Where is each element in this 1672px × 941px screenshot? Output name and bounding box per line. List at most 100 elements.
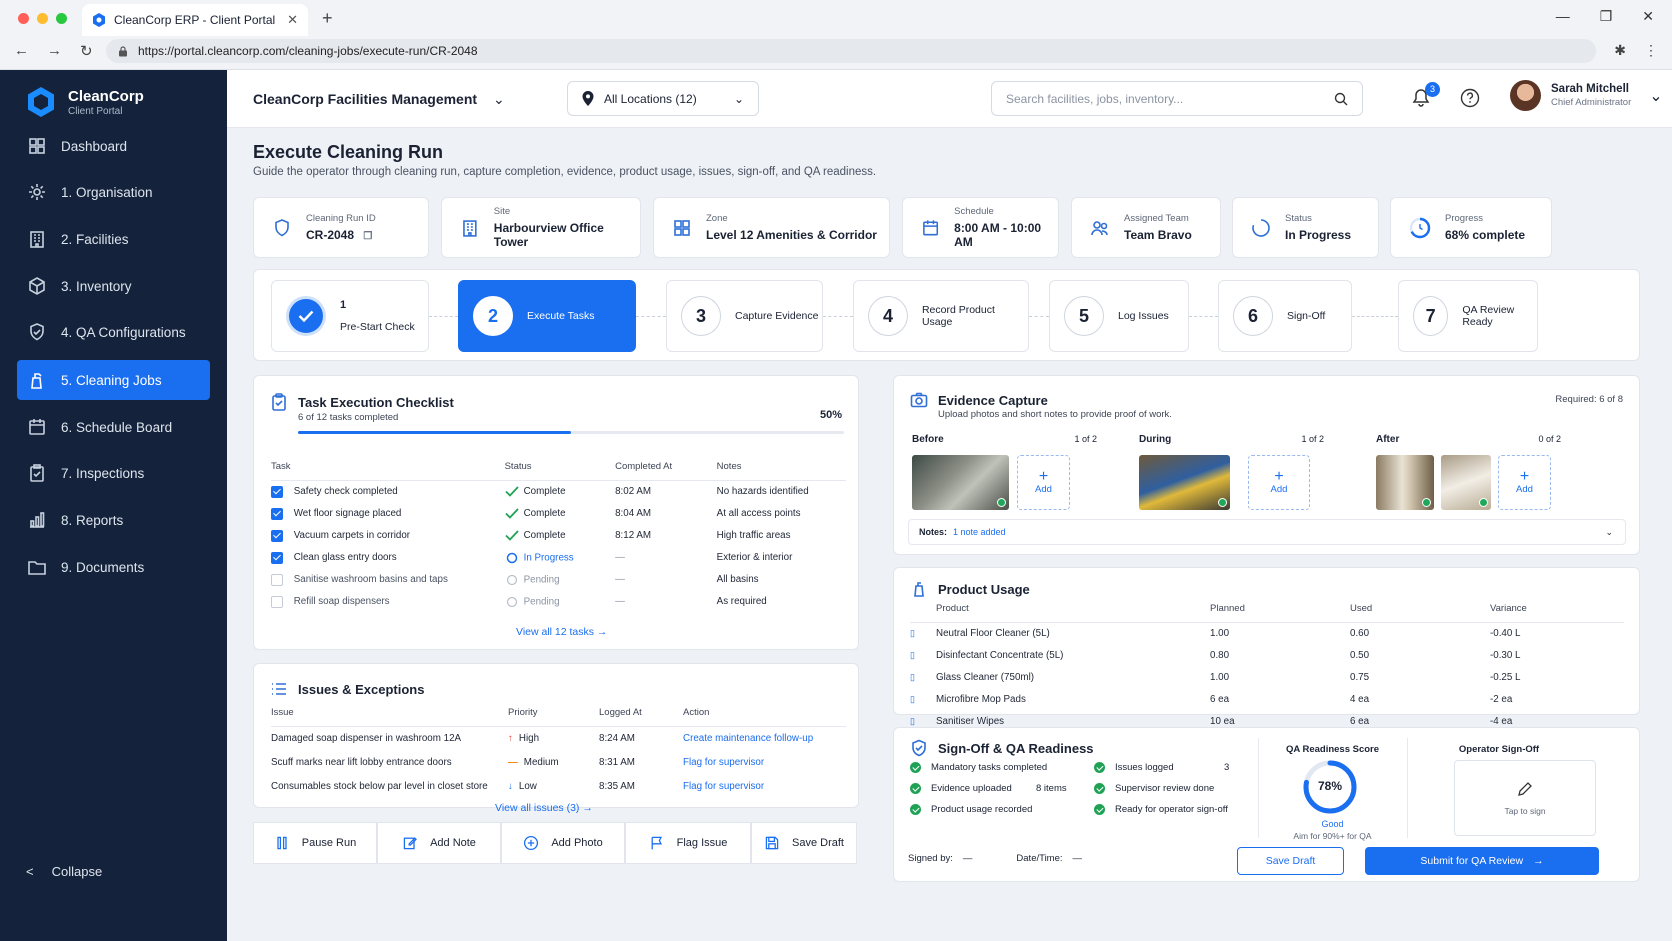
close-icon[interactable]: ✕	[1642, 8, 1654, 25]
before-thumbs: + Add	[912, 455, 1070, 510]
save-draft-button[interactable]: Save Draft	[751, 822, 857, 864]
qa-check-item: Evidence uploaded	[910, 783, 1012, 794]
browser-toolbar-icons: ✱ ⋮	[1614, 42, 1658, 59]
signature-pad[interactable]: Tap to sign	[1454, 760, 1596, 836]
uploaded-check-icon	[997, 498, 1006, 507]
evidence-notes-row[interactable]: Notes: 1 note added ⌄	[908, 519, 1626, 545]
step-record-product-usage[interactable]: 4 Record Product Usage	[853, 280, 1029, 352]
browser-tab[interactable]: CleanCorp ERP - Client Portal ✕	[82, 4, 308, 36]
step-log-issues[interactable]: 5 Log Issues	[1049, 280, 1189, 352]
step-pre-start-check[interactable]: 1 Pre-Start Check	[271, 280, 429, 352]
qa-score-value: 78%	[1317, 779, 1343, 793]
info-card-value: 68% complete	[1445, 228, 1526, 242]
task-checkbox[interactable]	[271, 507, 283, 520]
product-column-header: Variance	[1490, 603, 1624, 623]
table-row: ▯ Glass Cleaner (750ml) 1.00 0.75 -0.25 L	[910, 667, 1624, 689]
sidebar-item-3-inventory[interactable]: 3. Inventory	[17, 266, 210, 306]
after-group-header: After 0 of 2	[1376, 434, 1561, 445]
back-icon[interactable]: ←	[14, 42, 29, 60]
product-variance: -0.25 L	[1490, 672, 1521, 683]
tab-favicon-icon	[93, 13, 105, 27]
forward-icon[interactable]: →	[47, 42, 62, 60]
progress-icon	[1252, 218, 1270, 237]
add-during-photo-button[interactable]: + Add	[1248, 455, 1310, 510]
brand[interactable]: CleanCorp Client Portal	[26, 86, 144, 118]
check-icon	[504, 508, 519, 519]
task-checkbox[interactable]	[271, 485, 283, 498]
task-checkbox[interactable]	[271, 529, 283, 542]
add-after-photo-button[interactable]: + Add	[1498, 455, 1551, 510]
add-before-photo-button[interactable]: + Add	[1017, 455, 1070, 510]
issue-action-link[interactable]: Flag for supervisor	[683, 757, 764, 768]
sidebar-item-2-facilities[interactable]: 2. Facilities	[17, 219, 210, 259]
minimize-window-dot[interactable]	[37, 13, 48, 24]
close-window-dot[interactable]	[18, 13, 29, 24]
chevron-down-icon: ⌄	[733, 91, 744, 106]
add-note-button[interactable]: Add Note	[377, 822, 501, 864]
sidebar-item-7-inspections[interactable]: 7. Inspections	[17, 453, 210, 493]
new-tab-icon[interactable]: +	[322, 8, 333, 29]
during-group-header: During 1 of 2	[1139, 434, 1324, 445]
issue-action-link[interactable]: Create maintenance follow-up	[683, 733, 813, 744]
during-photo[interactable]	[1139, 455, 1230, 510]
before-photo[interactable]	[912, 455, 1009, 510]
restore-icon[interactable]: ❐	[1600, 8, 1613, 25]
copy-icon[interactable]: ❐	[363, 231, 372, 242]
task-checkbox[interactable]	[271, 551, 283, 564]
stepper: 1 Pre-Start Check 2 Execute Tasks 3 Capture E…	[253, 269, 1640, 361]
sidebar-item-4-qa-configurations[interactable]: 4. QA Configurations	[17, 312, 210, 352]
sidebar-item-8-reports[interactable]: 8. Reports	[17, 500, 210, 540]
pen-icon	[1518, 782, 1532, 796]
submit-qa-review-button[interactable]: Submit for QA Review →	[1365, 847, 1599, 875]
pause-run-button[interactable]: Pause Run	[253, 822, 377, 864]
tab-close-icon[interactable]: ✕	[287, 12, 298, 28]
view-all-issues-link[interactable]: View all issues (3) →	[495, 802, 593, 814]
location-select[interactable]: All Locations (12) ⌄	[567, 81, 759, 116]
shield-icon	[275, 218, 289, 236]
task-checkbox[interactable]	[271, 573, 283, 586]
table-row: Clean glass entry doors In Progress — Exter…	[271, 547, 846, 569]
view-all-tasks-link[interactable]: View all 12 tasks →	[516, 626, 607, 638]
step-label: Pre-Start Check	[340, 321, 415, 333]
qa-check-label: Supervisor review done	[1115, 783, 1215, 794]
user-role: Chief Administrator	[1551, 97, 1632, 108]
issues-column-header: Action	[683, 707, 846, 727]
reload-icon[interactable]: ↻	[80, 42, 93, 60]
step-capture-evidence[interactable]: 3 Capture Evidence	[666, 280, 823, 352]
product-name: Disinfectant Concentrate (5L)	[936, 650, 1064, 661]
minimize-icon[interactable]: —	[1556, 8, 1570, 25]
flag-issue-button[interactable]: Flag Issue	[625, 822, 751, 864]
step-qa-review-ready[interactable]: 7 QA Review Ready	[1398, 280, 1538, 352]
uploaded-check-icon	[1479, 498, 1488, 507]
step-sign-off[interactable]: 6 Sign-Off	[1218, 280, 1352, 352]
signoff-title: Sign-Off & QA Readiness	[938, 740, 1094, 756]
add-photo-button[interactable]: Add Photo	[501, 822, 625, 864]
step-execute-tasks[interactable]: 2 Execute Tasks	[458, 280, 636, 352]
address-bar[interactable]: https://portal.cleancorp.com/cleaning-jo…	[106, 39, 1596, 63]
sidebar-item-9-documents[interactable]: 9. Documents	[17, 547, 210, 587]
save-icon	[765, 836, 779, 850]
extensions-icon[interactable]: ✱	[1614, 42, 1626, 59]
sidebar-item-1-organisation[interactable]: 1. Organisation	[17, 172, 210, 212]
notes-value[interactable]: 1 note added	[953, 527, 1006, 537]
info-card-label: Schedule	[954, 206, 994, 217]
sidebar-item-6-schedule-board[interactable]: 6. Schedule Board	[17, 407, 210, 447]
after-photo-1[interactable]	[1376, 455, 1434, 510]
search-input[interactable]: Search facilities, jobs, inventory...	[991, 81, 1363, 116]
sidebar-item-dashboard[interactable]: Dashboard	[17, 126, 210, 166]
browser-menu-icon[interactable]: ⋮	[1644, 42, 1658, 59]
save-draft-button[interactable]: Save Draft	[1237, 847, 1344, 875]
issue-action-link[interactable]: Flag for supervisor	[683, 781, 764, 792]
before-label: Before	[912, 434, 944, 445]
collapse-button[interactable]: < Collapse	[26, 864, 102, 879]
task-checkbox[interactable]	[271, 595, 283, 608]
priority-arrow-icon: ↑	[508, 733, 513, 745]
after-photo-2[interactable]	[1441, 455, 1491, 510]
product-icon: ▯	[910, 694, 915, 704]
sidebar-item-5-cleaning-jobs[interactable]: 5. Cleaning Jobs	[17, 360, 210, 400]
org-switcher[interactable]: CleanCorp Facilities Management ⌄	[253, 91, 505, 108]
help-icon[interactable]	[1460, 88, 1480, 108]
checklist-column-header: Completed At	[615, 461, 717, 481]
user-menu[interactable]: Sarah Mitchell Chief Administrator ⌄	[1510, 80, 1663, 111]
maximize-window-dot[interactable]	[56, 13, 67, 24]
